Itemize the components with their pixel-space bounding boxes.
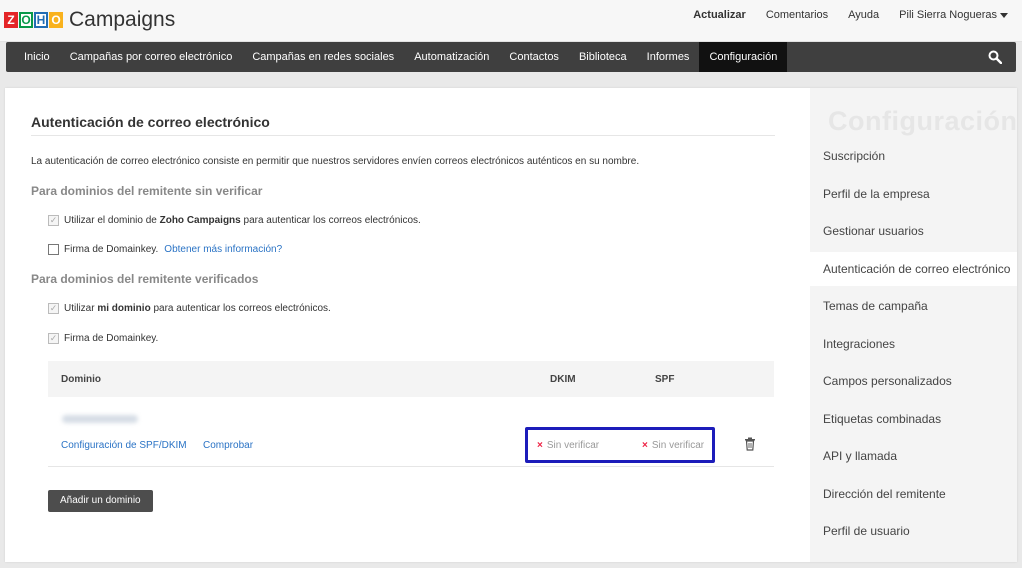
- option-suffix: para autenticar los correos electrónicos…: [243, 215, 421, 226]
- sidebar-item-user-profile[interactable]: Perfil de usuario: [810, 514, 1017, 548]
- zoho-logo: Z O H O: [4, 12, 64, 28]
- checked-disabled-checkbox: ✓: [48, 215, 59, 226]
- main-nav: Inicio Campañas por correo electrónico C…: [6, 42, 1016, 72]
- sidebar-item-api[interactable]: API y llamada: [810, 439, 1017, 473]
- update-link[interactable]: Actualizar: [693, 9, 746, 21]
- nav-item-library[interactable]: Biblioteca: [569, 42, 637, 72]
- domainkey-option-unverified: Firma de Domainkey. Obtener más informac…: [48, 244, 282, 255]
- search-icon[interactable]: [988, 50, 1002, 64]
- app-name: Campaigns: [69, 8, 176, 31]
- option-suffix: para autenticar los correos electrónicos…: [153, 303, 331, 314]
- status-highlight-box: [525, 427, 715, 463]
- divider: [31, 135, 775, 136]
- domainkey-option-verified: ✓ Firma de Domainkey.: [48, 333, 158, 344]
- description: La autenticación de correo electrónico c…: [31, 156, 640, 167]
- nav-item-reports[interactable]: Informes: [637, 42, 700, 72]
- option-prefix: Utilizar el dominio de: [64, 215, 157, 226]
- option-label: Firma de Domainkey.: [64, 333, 159, 344]
- option-prefix: Utilizar: [64, 303, 95, 314]
- table-row: Configuración de SPF/DKIM Comprobar × Sin…: [48, 397, 774, 467]
- logo-letter: Z: [4, 12, 18, 28]
- use-zoho-domain-option: ✓ Utilizar el dominio de Zoho Campaigns …: [48, 215, 421, 226]
- help-link[interactable]: Ayuda: [848, 9, 879, 21]
- user-name: Pili Sierra Nogueras: [899, 9, 997, 21]
- sidebar-item-subscription[interactable]: Suscripción: [810, 139, 1017, 173]
- option-bold: Zoho Campaigns: [159, 215, 241, 226]
- sidebar-item-merge-tags[interactable]: Etiquetas combinadas: [810, 402, 1017, 436]
- nav-item-email-campaigns[interactable]: Campañas por correo electrónico: [60, 42, 243, 72]
- sidebar-item-campaign-themes[interactable]: Temas de campaña: [810, 289, 1017, 323]
- logo-letter: O: [19, 12, 33, 28]
- user-menu[interactable]: Pili Sierra Nogueras: [899, 9, 1008, 21]
- column-header-dkim: DKIM: [550, 374, 576, 385]
- spf-dkim-config-link[interactable]: Configuración de SPF/DKIM: [61, 440, 187, 451]
- nav-item-inicio[interactable]: Inicio: [6, 42, 60, 72]
- domain-table-header: Dominio DKIM SPF: [48, 361, 774, 397]
- learn-more-link[interactable]: Obtener más información?: [164, 244, 282, 255]
- sidebar-item-custom-fields[interactable]: Campos personalizados: [810, 364, 1017, 398]
- page-title: Autenticación de correo electrónico: [31, 114, 270, 130]
- option-label: Firma de Domainkey.: [64, 244, 159, 255]
- settings-sidebar: Configuración Suscripción Perfil de la e…: [800, 88, 1018, 562]
- check-link[interactable]: Comprobar: [203, 440, 253, 451]
- zoho-campaigns-logo[interactable]: Z O H O Campaigns: [4, 8, 175, 32]
- nav-item-social-campaigns[interactable]: Campañas en redes sociales: [242, 42, 404, 72]
- comments-link[interactable]: Comentarios: [766, 9, 828, 21]
- content-card: Autenticación de correo electrónico La a…: [5, 88, 1017, 562]
- use-my-domain-option: ✓ Utilizar mi dominio para autenticar lo…: [48, 303, 331, 314]
- sidebar-item-email-authentication[interactable]: Autenticación de correo electrónico: [810, 252, 1017, 286]
- domainkey-checkbox[interactable]: [48, 244, 59, 255]
- add-domain-button[interactable]: Añadir un dominio: [48, 490, 153, 512]
- sidebar-item-company-profile[interactable]: Perfil de la empresa: [810, 177, 1017, 211]
- main-panel: Autenticación de correo electrónico La a…: [5, 88, 810, 562]
- top-links: Actualizar Comentarios Ayuda Pili Sierra…: [673, 9, 1008, 21]
- active-indicator: [800, 252, 810, 286]
- caret-down-icon: [1000, 12, 1008, 18]
- sidebar-item-integrations[interactable]: Integraciones: [810, 327, 1017, 361]
- sidebar-item-label: Autenticación de correo electrónico: [823, 262, 1011, 276]
- trash-icon[interactable]: [744, 437, 756, 451]
- nav-item-automation[interactable]: Automatización: [404, 42, 499, 72]
- checked-disabled-checkbox: ✓: [48, 333, 59, 344]
- verified-heading: Para dominios del remitente verificados: [31, 272, 259, 286]
- column-header-spf: SPF: [655, 374, 675, 385]
- checked-disabled-checkbox: ✓: [48, 303, 59, 314]
- sidebar-item-sender-address[interactable]: Dirección del remitente: [810, 477, 1017, 511]
- nav-item-contacts[interactable]: Contactos: [499, 42, 569, 72]
- option-bold: mi dominio: [97, 303, 151, 314]
- top-bar: Z O H O Campaigns Actualizar Comentarios…: [0, 0, 1022, 42]
- nav-item-settings[interactable]: Configuración: [699, 42, 788, 72]
- unverified-heading: Para dominios del remitente sin verifica…: [31, 184, 263, 198]
- redacted-domain-name: [62, 415, 138, 423]
- sidebar-title: Configuración: [828, 106, 1018, 136]
- column-header-domain: Dominio: [61, 374, 101, 385]
- sidebar-item-manage-users[interactable]: Gestionar usuarios: [810, 214, 1017, 248]
- logo-letter: H: [34, 12, 48, 28]
- logo-letter: O: [49, 12, 63, 28]
